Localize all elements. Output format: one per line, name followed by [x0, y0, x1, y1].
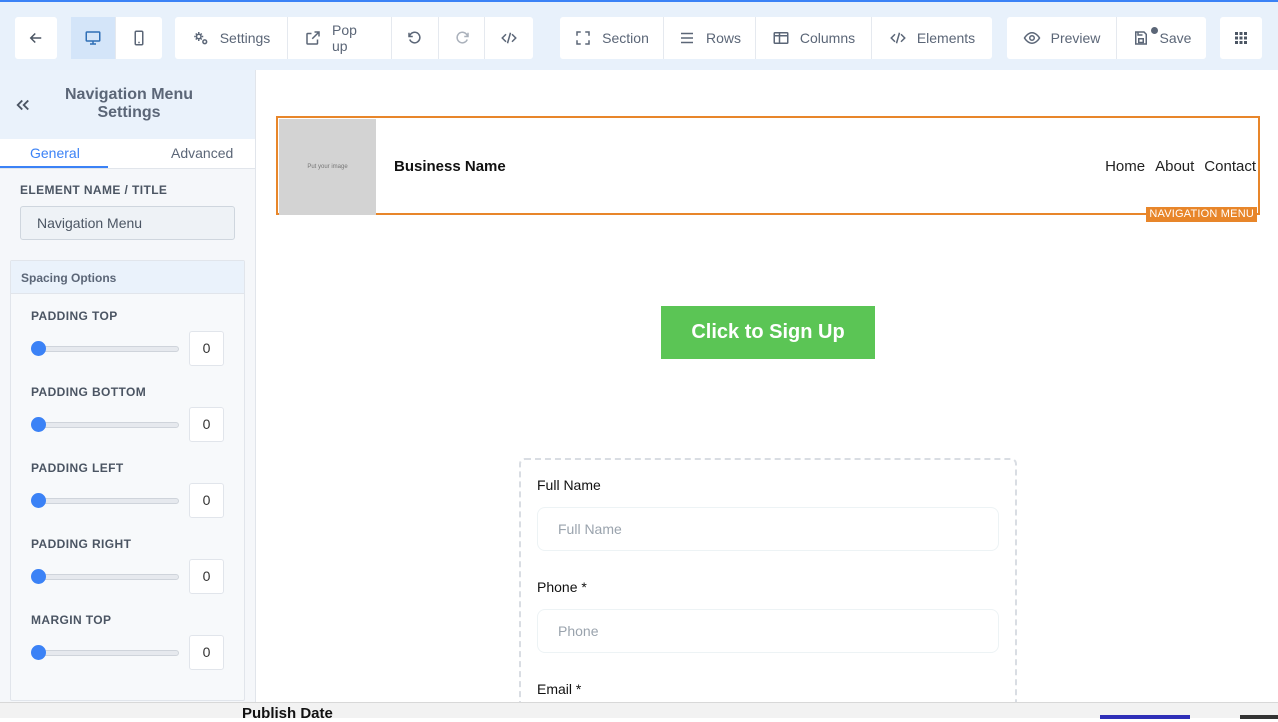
element-type-tag: NAVIGATION MENU: [1146, 207, 1257, 222]
padding-bottom-slider[interactable]: [39, 422, 179, 428]
eye-icon: [1023, 29, 1041, 47]
sidebar-title: Navigation Menu Settings: [64, 86, 193, 121]
bottom-strip: Publish Date: [0, 702, 1278, 722]
phone-input[interactable]: Phone: [537, 609, 999, 653]
editor-actions: Settings Pop up: [175, 17, 533, 59]
spacing-options-panel: Spacing Options PADDING TOP 0 PADDING BO…: [10, 260, 245, 701]
columns-button[interactable]: Columns: [756, 17, 872, 59]
element-name-input[interactable]: Navigation Menu: [20, 206, 235, 240]
popup-label: Pop up: [332, 22, 357, 54]
undo-button[interactable]: [392, 17, 439, 59]
elements-label: Elements: [916, 30, 976, 46]
gears-icon: [192, 29, 210, 47]
active-tab-indicator: [0, 166, 108, 168]
section-button[interactable]: Section: [560, 17, 664, 59]
expand-icon: [574, 29, 592, 47]
publish-actions: Preview Save: [1007, 17, 1206, 59]
preview-label: Preview: [1050, 30, 1101, 46]
signup-form: Full Name Full Name Phone * Phone Email …: [519, 458, 1017, 718]
publish-date-text: Publish Date: [242, 705, 333, 722]
margin-top-value[interactable]: 0: [189, 635, 224, 670]
tab-advanced[interactable]: Advanced: [171, 145, 233, 161]
columns-icon: [772, 29, 790, 47]
sidebar-tabs: General Advanced: [0, 139, 255, 169]
preview-button[interactable]: Preview: [1007, 17, 1117, 59]
external-link-icon: [304, 29, 322, 47]
padding-right-label: PADDING RIGHT: [31, 537, 132, 551]
unsaved-indicator-dot: [1151, 27, 1158, 34]
desktop-icon: [84, 29, 102, 47]
save-label: Save: [1159, 30, 1192, 46]
back-button[interactable]: [15, 17, 57, 59]
padding-left-slider[interactable]: [39, 498, 179, 504]
sidebar-header: Navigation Menu Settings: [0, 70, 255, 139]
desktop-view-button[interactable]: [71, 17, 116, 59]
collapse-sidebar-icon[interactable]: [14, 96, 32, 114]
popup-button[interactable]: Pop up: [288, 17, 392, 59]
padding-left-slider-handle[interactable]: [31, 493, 46, 508]
padding-left-label: PADDING LEFT: [31, 461, 124, 475]
padding-bottom-slider-handle[interactable]: [31, 417, 46, 432]
signup-button[interactable]: Click to Sign Up: [661, 306, 875, 359]
columns-label: Columns: [799, 30, 856, 46]
phone-label: Phone *: [537, 579, 587, 595]
apps-menu-button[interactable]: [1220, 17, 1262, 59]
nav-links: Home About Contact: [1105, 158, 1256, 175]
padding-bottom-label: PADDING BOTTOM: [31, 385, 147, 399]
full-name-label: Full Name: [537, 477, 601, 493]
margin-top-label: MARGIN TOP: [31, 613, 112, 627]
navigation-menu-element[interactable]: Put your image Business Name Home About …: [276, 116, 1260, 222]
mobile-view-button[interactable]: [116, 17, 162, 59]
margin-top-slider-handle[interactable]: [31, 645, 46, 660]
nav-link-home[interactable]: Home: [1105, 158, 1145, 175]
page-canvas: Put your image Business Name Home About …: [256, 70, 1278, 718]
tab-general[interactable]: General: [30, 145, 80, 161]
padding-bottom-value[interactable]: 0: [189, 407, 224, 442]
email-label: Email *: [537, 681, 582, 697]
save-icon: [1132, 29, 1150, 47]
code-icon: [889, 29, 907, 47]
save-button[interactable]: Save: [1117, 17, 1206, 59]
arrow-left-icon: [27, 29, 45, 47]
padding-top-slider[interactable]: [39, 346, 179, 352]
padding-right-value[interactable]: 0: [189, 559, 224, 594]
rows-icon: [678, 29, 696, 47]
bottom-blue-bar: [1100, 715, 1190, 719]
code-button[interactable]: [485, 17, 533, 59]
mobile-icon: [130, 29, 148, 47]
settings-button[interactable]: Settings: [175, 17, 288, 59]
device-switcher: [71, 17, 162, 59]
padding-right-slider[interactable]: [39, 574, 179, 580]
redo-icon: [453, 29, 471, 47]
padding-top-slider-handle[interactable]: [31, 341, 46, 356]
padding-right-slider-handle[interactable]: [31, 569, 46, 584]
full-name-input[interactable]: Full Name: [537, 507, 999, 551]
undo-icon: [406, 29, 424, 47]
elements-button[interactable]: Elements: [872, 17, 992, 59]
rows-label: Rows: [706, 30, 742, 46]
redo-button[interactable]: [439, 17, 485, 59]
spacing-options-title: Spacing Options: [11, 261, 244, 294]
padding-top-label: PADDING TOP: [31, 309, 118, 323]
section-label: Section: [602, 30, 649, 46]
settings-label: Settings: [219, 30, 271, 46]
settings-sidebar: Navigation Menu Settings General Advance…: [0, 70, 256, 718]
top-toolbar: Settings Pop up Section Rows Columns Ele…: [0, 0, 1278, 70]
margin-top-slider[interactable]: [39, 650, 179, 656]
structure-actions: Section Rows Columns Elements: [560, 17, 992, 59]
code-icon: [500, 29, 518, 47]
bottom-dark-bar: [1240, 715, 1278, 719]
padding-top-value[interactable]: 0: [189, 331, 224, 366]
grid-icon: [1232, 29, 1250, 47]
nav-link-contact[interactable]: Contact: [1204, 158, 1256, 175]
logo-image-placeholder[interactable]: Put your image: [279, 119, 376, 215]
rows-button[interactable]: Rows: [664, 17, 756, 59]
padding-left-value[interactable]: 0: [189, 483, 224, 518]
business-name: Business Name: [394, 158, 506, 175]
nav-link-about[interactable]: About: [1155, 158, 1194, 175]
element-name-label: ELEMENT NAME / TITLE: [20, 183, 168, 197]
